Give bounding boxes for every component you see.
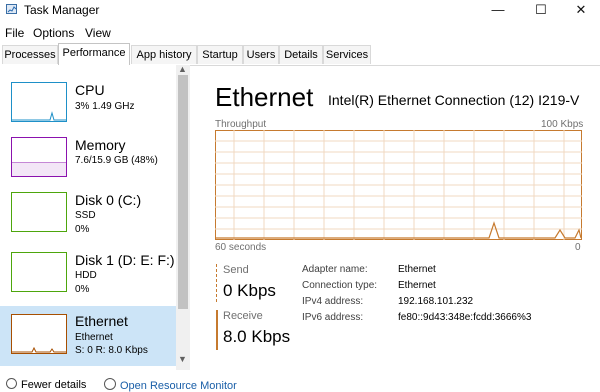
prop-value-connection-type: Ethernet	[398, 280, 436, 291]
sidebar-item-title: CPU	[75, 82, 105, 98]
sidebar-item-title: Ethernet	[75, 313, 128, 329]
throughput-graph	[215, 130, 582, 245]
open-resource-monitor-label: Open Resource Monitor	[120, 380, 237, 392]
tab-details[interactable]: Details	[279, 45, 323, 64]
sidebar-item-title: Disk 1 (D: E: F:)	[75, 252, 175, 268]
sidebar-item-detail: 7.6/15.9 GB (48%)	[75, 155, 158, 166]
tab-users[interactable]: Users	[243, 45, 279, 64]
sidebar-item-usage: 0%	[75, 284, 90, 295]
prop-value-ipv6: fe80::9d43:348e:fcdd:3666%3	[398, 312, 532, 323]
ethernet-mini-graph	[11, 314, 67, 354]
sidebar-item-detail: 3% 1.49 GHz	[75, 101, 135, 112]
sidebar-item-title: Memory	[75, 137, 126, 153]
menu-file[interactable]: File	[5, 26, 24, 40]
graph-label: Throughput	[215, 119, 267, 130]
bottom-bar	[0, 372, 600, 386]
scrollbar-thumb[interactable]	[178, 75, 188, 309]
collapse-icon	[6, 378, 17, 389]
throughput-graph-svg	[215, 130, 582, 240]
sidebar-item-detail: SSD	[75, 210, 96, 221]
graph-max-label: 100 Kbps	[541, 119, 584, 130]
prop-label-ipv6: IPv6 address:	[302, 312, 364, 323]
send-label: Send	[223, 264, 249, 276]
sidebar-item-detail: Ethernet	[75, 332, 113, 343]
tab-startup[interactable]: Startup	[197, 45, 243, 64]
sidebar-item-memory[interactable]: Memory 7.6/15.9 GB (48%)	[0, 130, 176, 190]
scroll-up-icon[interactable]: ▲	[178, 64, 187, 74]
sidebar-item-disk0[interactable]: Disk 0 (C:) SSD 0%	[0, 185, 176, 245]
graph-time-label: 60 seconds	[215, 242, 267, 253]
menu-view[interactable]: View	[85, 26, 111, 40]
minimize-button[interactable]: —	[475, 0, 521, 20]
cpu-mini-graph	[11, 82, 67, 122]
fewer-details-label: Fewer details	[21, 379, 87, 391]
resource-monitor-icon	[104, 378, 116, 390]
tab-app-history[interactable]: App history	[131, 45, 197, 64]
tab-processes[interactable]: Processes	[2, 45, 58, 64]
receive-label: Receive	[223, 310, 263, 322]
sidebar-item-usage: S: 0 R: 8.0 Kbps	[75, 345, 148, 356]
sidebar-item-title: Disk 0 (C:)	[75, 192, 142, 208]
close-button[interactable]: ✕	[558, 0, 600, 20]
tab-performance[interactable]: Performance	[58, 43, 130, 65]
prop-label-adapter-name: Adapter name:	[302, 264, 368, 275]
close-icon: ✕	[575, 2, 587, 17]
receive-indicator	[216, 310, 218, 350]
send-indicator	[216, 264, 217, 302]
disk0-mini-graph	[11, 192, 67, 232]
memory-mini-graph	[11, 137, 67, 177]
sidebar-item-ethernet[interactable]: Ethernet Ethernet S: 0 R: 8.0 Kbps	[0, 306, 176, 366]
disk1-mini-graph	[11, 252, 67, 292]
sidebar-item-cpu[interactable]: CPU 3% 1.49 GHz	[0, 75, 176, 135]
sidebar-item-usage: 0%	[75, 224, 90, 235]
sidebar-item-detail: HDD	[75, 270, 97, 281]
adapter-name: Intel(R) Ethernet Connection (12) I219-V	[328, 92, 580, 108]
sidebar-item-disk1[interactable]: Disk 1 (D: E: F:) HDD 0%	[0, 245, 176, 305]
prop-label-ipv4: IPv4 address:	[302, 296, 364, 307]
scroll-down-icon[interactable]: ▼	[178, 354, 187, 364]
prop-value-adapter-name: Ethernet	[398, 264, 436, 275]
prop-value-ipv4: 192.168.101.232	[398, 296, 474, 307]
prop-label-connection-type: Connection type:	[302, 280, 378, 291]
menu-options[interactable]: Options	[33, 26, 74, 40]
fewer-details-button[interactable]: Fewer details	[6, 378, 86, 391]
window-title: Task Manager	[24, 3, 100, 17]
send-value: 0 Kbps	[223, 281, 276, 300]
graph-min-label: 0	[575, 242, 581, 253]
receive-value: 8.0 Kbps	[223, 327, 291, 346]
minimize-icon: —	[491, 2, 505, 17]
task-manager-app-icon	[6, 4, 17, 14]
open-resource-monitor-link[interactable]: Open Resource Monitor	[104, 378, 237, 392]
page-title: Ethernet	[215, 82, 314, 112]
tab-services[interactable]: Services	[323, 45, 371, 64]
maximize-icon: ☐	[535, 2, 547, 17]
